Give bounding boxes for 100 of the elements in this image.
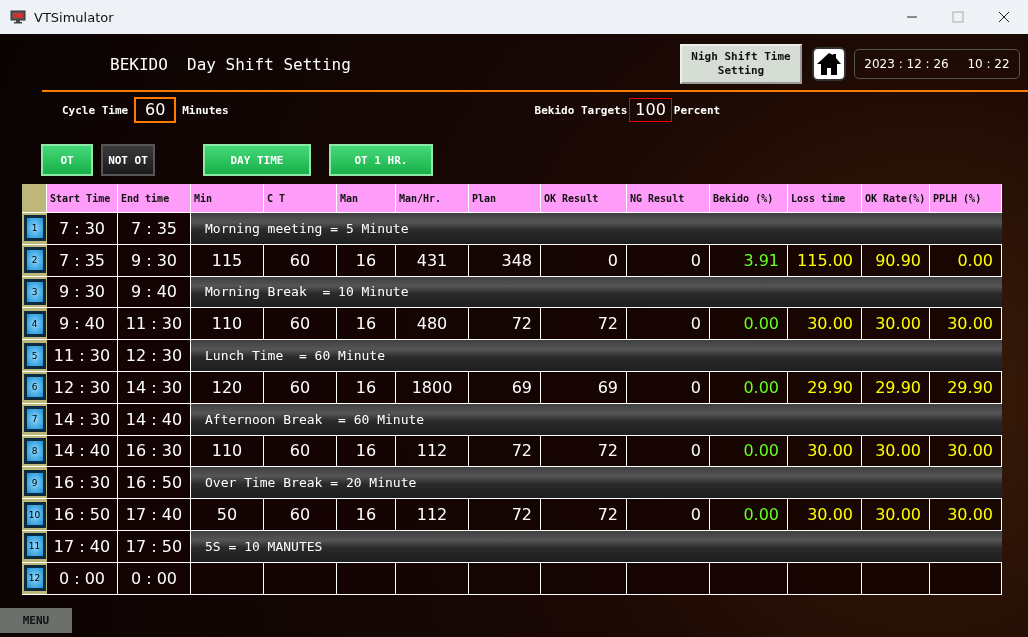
column-header: Man — [337, 184, 396, 212]
table-cell: 115 — [191, 243, 264, 276]
table-cell: 16 : 50 — [118, 466, 191, 499]
column-header: OK Rate(%) — [862, 184, 930, 212]
table-cell: 17 : 40 — [118, 498, 191, 530]
close-icon[interactable] — [998, 11, 1010, 23]
table-cell: 17 : 50 — [118, 529, 191, 562]
row-number-button[interactable]: 5 — [23, 342, 46, 369]
setting-unit: Minutes — [182, 103, 229, 117]
table-cell: 348 — [469, 243, 541, 276]
table-cell: 72 — [469, 307, 541, 340]
table-cell: 29.90 — [930, 371, 1002, 403]
target-field[interactable]: 100 — [629, 98, 672, 122]
table-cell: 120 — [191, 371, 264, 403]
table-cell: 0.00 — [710, 307, 788, 340]
break-bar: 5S = 10 MANUTES — [191, 529, 1002, 562]
table-cell: 72 — [541, 434, 627, 467]
table-cell: 90.90 — [862, 243, 930, 276]
table-cell: 1800 — [396, 371, 469, 403]
page-title: BEKIDO Day Shift Setting — [110, 54, 351, 74]
row-number-button[interactable]: 6 — [23, 374, 46, 401]
table-cell: 30.00 — [930, 307, 1002, 340]
table-cell: 14 : 40 — [118, 402, 191, 435]
date-text: 2023 : 12 : 26 — [864, 57, 949, 71]
column-header: OK Result — [541, 184, 627, 212]
table-cell: 60 — [264, 243, 337, 276]
table-cell: 0 — [627, 307, 710, 340]
table-cell: 0 — [627, 371, 710, 403]
table-cell: 0.00 — [930, 243, 1002, 276]
table-cell: 9 : 40 — [47, 307, 118, 340]
table-cell: 30.00 — [788, 307, 862, 340]
break-bar: Over Time Break = 20 Minute — [191, 466, 1002, 499]
table-cell: 0 — [627, 434, 710, 467]
menu-button[interactable]: MENU — [0, 608, 72, 633]
table-cell: 0 : 00 — [118, 561, 191, 594]
table-cell: 14 : 30 — [47, 402, 118, 435]
row-number-button[interactable]: 2 — [23, 247, 46, 274]
table-cell: 14 : 40 — [47, 434, 118, 467]
home-icon — [815, 50, 843, 78]
table-cell: 69 — [541, 371, 627, 403]
table-cell: 60 — [264, 307, 337, 340]
home-button[interactable] — [812, 47, 846, 81]
table-cell: 7 : 35 — [118, 212, 191, 244]
night-shift-button[interactable]: Nigh Shift Time Setting — [680, 44, 802, 84]
column-header: Min — [191, 184, 264, 212]
table-cell: 60 — [264, 434, 337, 467]
table-cell: 115.00 — [788, 243, 862, 276]
column-header: End time — [118, 184, 191, 212]
table-cell: 3.91 — [710, 243, 788, 276]
table-cell: 72 — [469, 498, 541, 530]
table-cell: 29.90 — [788, 371, 862, 403]
table-cell: 16 — [337, 243, 396, 276]
break-bar: Lunch Time = 60 Minute — [191, 339, 1002, 371]
time-text: 10 : 22 — [967, 57, 1010, 71]
column-header: NG Result — [627, 184, 710, 212]
row-number-button[interactable]: 9 — [23, 469, 46, 496]
break-bar: Morning Break = 10 Minute — [191, 275, 1002, 308]
column-header: Bekido (%) — [710, 184, 788, 212]
table-cell: 16 — [337, 498, 396, 530]
table-cell: 16 — [337, 307, 396, 340]
table-cell: 431 — [396, 243, 469, 276]
column-header: Man/Hr. — [396, 184, 469, 212]
table-cell: 0.00 — [710, 371, 788, 403]
cycle-time-field[interactable]: 60 — [134, 97, 177, 123]
table-cell: 12 : 30 — [118, 339, 191, 371]
table-cell: 30.00 — [788, 498, 862, 530]
table-cell: 16 — [337, 434, 396, 467]
setting-unit: Percent — [673, 103, 721, 117]
table-cell: 72 — [541, 498, 627, 530]
table-cell: 30.00 — [862, 307, 930, 340]
table-cell: 72 — [469, 434, 541, 467]
table-cell: 16 : 50 — [47, 498, 118, 530]
table-cell: 30.00 — [930, 434, 1002, 467]
table-cell: 29.90 — [862, 371, 930, 403]
mode-button[interactable]: NOT OT — [101, 144, 155, 176]
table-cell: 112 — [396, 498, 469, 530]
row-number-button[interactable]: 3 — [23, 279, 46, 305]
row-number-button[interactable]: 7 — [23, 406, 46, 433]
table-cell: 112 — [396, 434, 469, 467]
row-number-button[interactable]: 4 — [23, 310, 46, 337]
row-number-button[interactable]: 11 — [23, 533, 46, 560]
column-header: PPLH (%) — [930, 184, 1002, 212]
table-cell: 0 — [541, 243, 627, 276]
table-cell: 7 : 35 — [47, 243, 118, 276]
row-number-button[interactable]: 1 — [23, 215, 46, 242]
table-cell: 17 : 40 — [47, 529, 118, 562]
row-number-button[interactable]: 12 — [23, 565, 46, 592]
table-cell: 12 : 30 — [47, 371, 118, 403]
table-cell: 9 : 40 — [118, 275, 191, 308]
table-cell: 9 : 30 — [118, 243, 191, 276]
table-cell: 0 — [627, 498, 710, 530]
table-cell: 72 — [541, 307, 627, 340]
table-cell: 11 : 30 — [118, 307, 191, 340]
window-title: VTSimulator — [34, 9, 114, 25]
row-number-button[interactable]: 8 — [23, 437, 46, 464]
table-cell: 50 — [191, 498, 264, 530]
row-number-button[interactable]: 10 — [23, 501, 46, 528]
table-cell: 30.00 — [788, 434, 862, 467]
column-header: Start Time — [47, 184, 118, 212]
table-cell: 110 — [191, 307, 264, 340]
